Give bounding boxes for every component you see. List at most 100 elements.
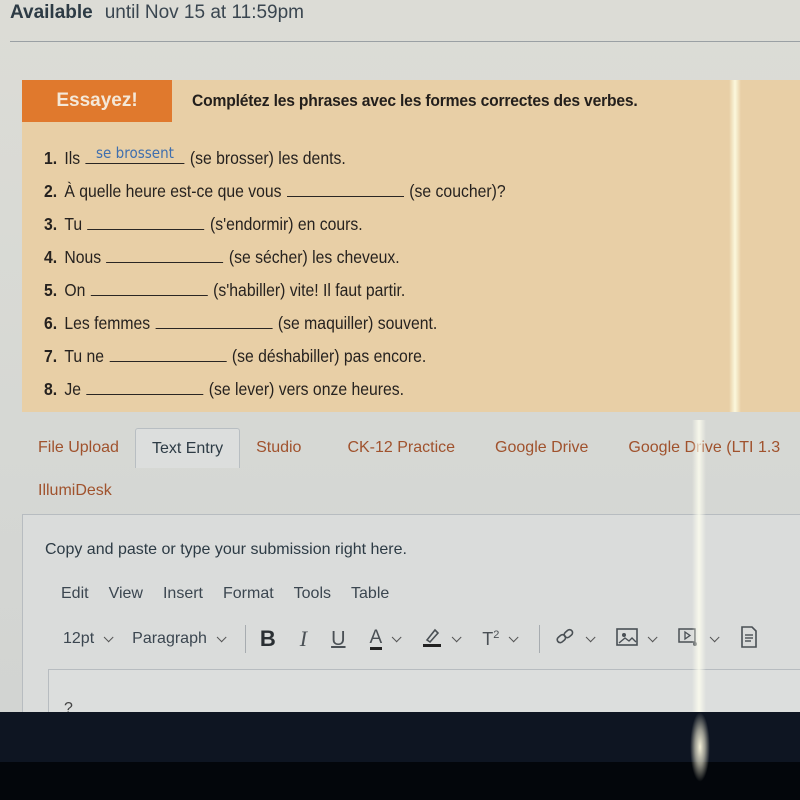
document-icon xyxy=(740,625,758,653)
tab-text-entry[interactable]: Text Entry xyxy=(134,428,241,468)
superscript-exp: 2 xyxy=(493,628,500,641)
item-suffix: (s'endormir) en cours. xyxy=(209,214,363,234)
exercise-image: Essayez! Complétez les phrases avec les … xyxy=(22,80,800,412)
item-suffix: (se maquiller) souvent. xyxy=(277,313,438,333)
bold-button[interactable]: B xyxy=(260,625,276,653)
monitor-bezel xyxy=(0,712,800,762)
item-number: 3. xyxy=(44,214,58,234)
exercise-item: 7. Tu ne (se déshabiller) pas encore. xyxy=(44,344,506,377)
answer-blank xyxy=(90,278,208,296)
italic-icon: I xyxy=(299,626,308,651)
answer-blank xyxy=(87,212,205,230)
tab-google-drive[interactable]: Google Drive xyxy=(479,428,604,468)
availability-value: until Nov 15 at 11:59pm xyxy=(104,2,305,23)
menu-format[interactable]: Format xyxy=(223,585,274,603)
answer-blank xyxy=(86,377,204,395)
underline-button[interactable]: U xyxy=(331,625,345,653)
item-prefix: Les femmes xyxy=(64,313,151,333)
block-format-value: Paragraph xyxy=(132,630,207,647)
answer-blank xyxy=(109,344,227,362)
menu-table[interactable]: Table xyxy=(351,585,389,603)
essayez-badge: Essayez! xyxy=(22,80,172,122)
text-entry-panel: Copy and paste or type your submission r… xyxy=(22,514,800,712)
image-button[interactable] xyxy=(616,625,658,653)
chevron-down-icon xyxy=(509,631,519,642)
chevron-down-icon xyxy=(103,631,114,642)
item-suffix: (se lever) vers onze heures. xyxy=(208,379,404,399)
menu-edit[interactable]: Edit xyxy=(61,585,89,603)
submission-hint: Copy and paste or type your submission r… xyxy=(45,541,407,558)
exercise-instructions: Complétez les phrases avec les formes co… xyxy=(192,91,638,110)
item-suffix: (se déshabiller) pas encore. xyxy=(231,346,427,366)
highlight-color-button[interactable] xyxy=(422,625,462,653)
browser-screen: Available until Nov 15 at 11:59pm Essaye… xyxy=(0,0,800,712)
answer-blank: se brossent xyxy=(85,144,185,164)
rich-text-editor[interactable]: ? xyxy=(48,669,800,712)
image-icon xyxy=(616,627,639,652)
block-format-select[interactable]: Paragraph xyxy=(132,630,227,648)
tab-illumidesk[interactable]: IllumiDesk xyxy=(38,482,112,500)
item-suffix: (se coucher)? xyxy=(409,181,506,201)
item-suffix: (s'habiller) vite! Il faut partir. xyxy=(213,280,406,300)
exercise-item: 1. Ils se brossent (se brosser) les dent… xyxy=(44,144,506,179)
exercise-item: 4. Nous (se sécher) les cheveux. xyxy=(44,245,506,278)
availability-info: Available until Nov 15 at 11:59pm xyxy=(10,0,304,26)
exercise-item: 6. Les femmes (se maquiller) souvent. xyxy=(44,311,506,344)
link-icon xyxy=(554,626,576,653)
toolbar-separator xyxy=(244,625,246,653)
item-prefix: Tu xyxy=(64,214,83,234)
answer-blank xyxy=(106,245,224,263)
document-button[interactable] xyxy=(740,625,758,653)
item-prefix: On xyxy=(64,280,86,300)
chevron-down-icon xyxy=(710,631,720,642)
exercise-item: 5. On (s'habiller) vite! Il faut partir. xyxy=(44,278,506,311)
text-color-button[interactable]: A xyxy=(369,625,402,653)
item-prefix: Je xyxy=(64,379,81,399)
divider xyxy=(10,41,800,42)
exercise-item: 3. Tu (s'endormir) en cours. xyxy=(44,212,506,245)
highlighter-icon xyxy=(422,626,442,653)
font-size-value: 12pt xyxy=(63,630,95,647)
screen-glare xyxy=(729,80,741,412)
link-button[interactable] xyxy=(554,625,596,653)
chevron-down-icon xyxy=(648,631,658,642)
editor-toolbar: 12pt Paragraph B I U A T2 xyxy=(63,623,782,655)
tab-ck12-practice[interactable]: CK-12 Practice xyxy=(331,428,471,468)
editor-content: ? xyxy=(64,700,73,712)
chevron-down-icon xyxy=(216,631,227,642)
exercise-item: 2. À quelle heure est-ce que vous (se co… xyxy=(44,179,506,212)
item-number: 7. xyxy=(44,346,58,366)
superscript-base: T xyxy=(482,628,494,649)
menu-view[interactable]: View xyxy=(109,585,143,603)
toolbar-separator xyxy=(539,625,541,653)
italic-button[interactable]: I xyxy=(300,625,307,653)
superscript-button[interactable]: T2 xyxy=(482,625,519,653)
item-suffix: (se brosser) les dents. xyxy=(189,148,346,168)
item-prefix: Tu ne xyxy=(64,346,105,366)
tab-studio[interactable]: Studio xyxy=(240,428,317,468)
light-reflection xyxy=(690,712,710,782)
font-size-select[interactable]: 12pt xyxy=(63,630,114,648)
item-number: 1. xyxy=(44,148,58,168)
monitor-bezel-lower xyxy=(0,762,800,800)
exercise-list: 1. Ils se brossent (se brosser) les dent… xyxy=(44,144,557,410)
item-number: 6. xyxy=(44,313,58,333)
submission-tabs: File Upload Text Entry Studio CK-12 Prac… xyxy=(22,428,800,468)
item-number: 2. xyxy=(44,181,58,201)
chevron-down-icon xyxy=(586,631,596,642)
menu-tools[interactable]: Tools xyxy=(294,585,331,603)
item-number: 4. xyxy=(44,247,58,267)
handwritten-answer: se brossent xyxy=(96,144,174,162)
exercise-header: Essayez! Complétez les phrases avec les … xyxy=(22,80,676,122)
item-suffix: (se sécher) les cheveux. xyxy=(228,247,400,267)
answer-blank xyxy=(286,179,404,197)
screen-glare xyxy=(692,420,706,712)
item-number: 5. xyxy=(44,280,58,300)
tab-file-upload[interactable]: File Upload xyxy=(22,428,135,468)
exercise-item: 8. Je (se lever) vers onze heures. xyxy=(44,377,506,410)
editor-menubar: Edit View Insert Format Tools Table xyxy=(61,585,389,603)
menu-insert[interactable]: Insert xyxy=(163,585,203,603)
chevron-down-icon xyxy=(451,631,462,642)
item-prefix: À quelle heure est-ce que vous xyxy=(64,181,282,201)
underline-icon: U xyxy=(331,627,346,650)
